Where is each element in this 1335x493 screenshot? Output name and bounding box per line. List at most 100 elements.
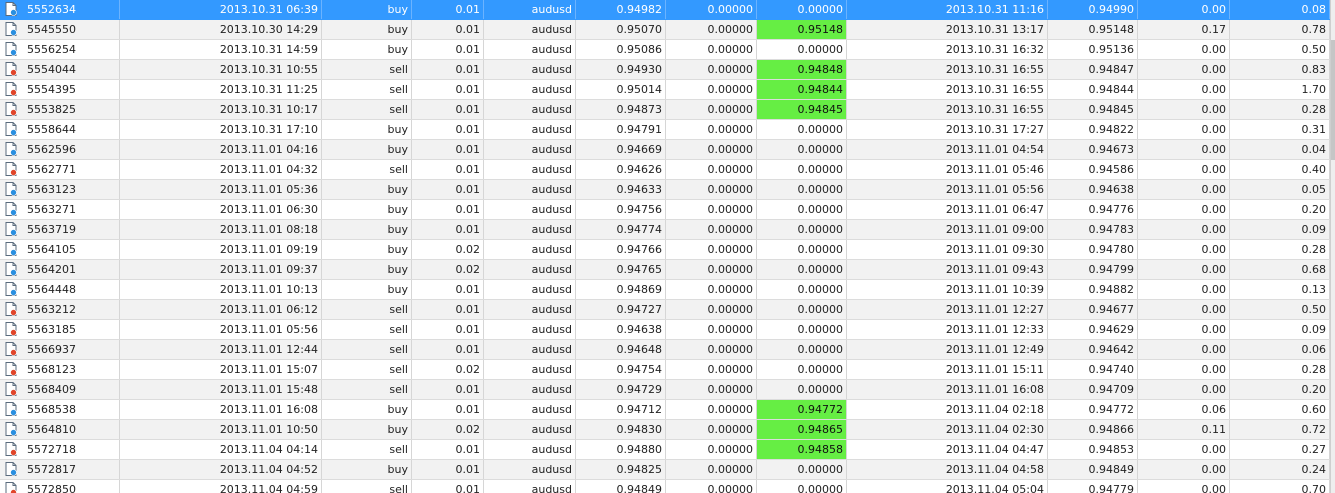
scrollbar-thumb[interactable] [1331, 40, 1335, 160]
price-cell: 0.94930 [576, 60, 666, 79]
type-cell: buy [322, 140, 412, 159]
table-row[interactable]: 5568123 2013.11.01 15:07 sell 0.02 audusd 0.9… [0, 360, 1335, 380]
ticket-cell: 5554395 [0, 80, 120, 99]
profit-cell: 0.06 [1230, 340, 1330, 359]
table-row[interactable]: 5566937 2013.11.01 12:44 sell 0.01 audusd 0.9… [0, 340, 1335, 360]
profit-cell: 0.04 [1230, 140, 1330, 159]
item-cell: audusd [484, 80, 576, 99]
type-cell: sell [322, 320, 412, 339]
table-row[interactable]: 5563123 2013.11.01 05:36 buy 0.01 audusd 0.94… [0, 180, 1335, 200]
size-cell: 0.01 [412, 160, 484, 179]
commission-cell: 0.00 [1138, 360, 1230, 379]
table-row[interactable]: 5562596 2013.11.01 04:16 buy 0.01 audusd 0.94… [0, 140, 1335, 160]
table-row[interactable]: 5563271 2013.11.01 06:30 buy 0.01 audusd 0.94… [0, 200, 1335, 220]
table-row[interactable]: 5568409 2013.11.01 15:48 sell 0.01 audusd 0.9… [0, 380, 1335, 400]
commission-cell: 0.17 [1138, 20, 1230, 39]
close-time-cell: 2013.11.01 16:08 [847, 380, 1048, 399]
close-price-cell: 0.94847 [1048, 60, 1138, 79]
ticket-cell: 5564448 [0, 280, 120, 299]
close-price-cell: 0.94709 [1048, 380, 1138, 399]
type-cell: sell [322, 360, 412, 379]
table-row[interactable]: 5564448 2013.11.01 10:13 buy 0.01 audusd 0.94… [0, 280, 1335, 300]
price-cell: 0.94756 [576, 200, 666, 219]
sl-cell: 0.00000 [666, 200, 757, 219]
size-cell: 0.01 [412, 200, 484, 219]
close-price-cell: 0.94629 [1048, 320, 1138, 339]
price-cell: 0.94766 [576, 240, 666, 259]
table-row[interactable]: 5552634 2013.10.31 06:39 buy 0.01 audusd 0.94… [0, 0, 1335, 20]
profit-cell: 0.08 [1230, 0, 1330, 19]
open-time-cell: 2013.11.04 04:52 [120, 460, 322, 479]
ticket-cell: 5572850 [0, 480, 120, 493]
ticket-cell: 5568538 [0, 400, 120, 419]
tp-cell: 0.00000 [757, 240, 847, 259]
table-row[interactable]: 5554044 2013.10.31 10:55 sell 0.01 audusd 0.9… [0, 60, 1335, 80]
close-price-cell: 0.94822 [1048, 120, 1138, 139]
item-cell: audusd [484, 340, 576, 359]
type-cell: buy [322, 260, 412, 279]
price-cell: 0.94712 [576, 400, 666, 419]
sl-cell: 0.00000 [666, 280, 757, 299]
table-row[interactable]: 5564201 2013.11.01 09:37 buy 0.02 audusd 0.94… [0, 260, 1335, 280]
sl-cell: 0.00000 [666, 120, 757, 139]
table-row[interactable]: 5564810 2013.11.01 10:50 buy 0.02 audusd 0.94… [0, 420, 1335, 440]
table-row[interactable]: 5564105 2013.11.01 09:19 buy 0.02 audusd 0.94… [0, 240, 1335, 260]
table-row[interactable]: 5563212 2013.11.01 06:12 sell 0.01 audusd 0.9… [0, 300, 1335, 320]
size-cell: 0.01 [412, 40, 484, 59]
type-cell: sell [322, 80, 412, 99]
table-row[interactable]: 5572850 2013.11.04 04:59 sell 0.01 audusd 0.9… [0, 480, 1335, 493]
trade-history-table: 5552634 2013.10.31 06:39 buy 0.01 audusd 0.94… [0, 0, 1335, 493]
commission-cell: 0.00 [1138, 280, 1230, 299]
size-cell: 0.01 [412, 400, 484, 419]
commission-cell: 0.00 [1138, 0, 1230, 19]
size-cell: 0.01 [412, 460, 484, 479]
commission-cell: 0.00 [1138, 200, 1230, 219]
table-row[interactable]: 5568538 2013.11.01 16:08 buy 0.01 audusd 0.94… [0, 400, 1335, 420]
table-row[interactable]: 5572718 2013.11.04 04:14 sell 0.01 audusd 0.9… [0, 440, 1335, 460]
commission-cell: 0.00 [1138, 240, 1230, 259]
item-cell: audusd [484, 320, 576, 339]
price-cell: 0.94830 [576, 420, 666, 439]
commission-cell: 0.00 [1138, 60, 1230, 79]
table-row[interactable]: 5563719 2013.11.01 08:18 buy 0.01 audusd 0.94… [0, 220, 1335, 240]
sl-cell: 0.00000 [666, 320, 757, 339]
close-price-cell: 0.94990 [1048, 0, 1138, 19]
item-cell: audusd [484, 240, 576, 259]
tp-cell: 0.00000 [757, 360, 847, 379]
table-row[interactable]: 5558644 2013.10.31 17:10 buy 0.01 audusd 0.94… [0, 120, 1335, 140]
profit-cell: 0.72 [1230, 420, 1330, 439]
ticket-cell: 5564810 [0, 420, 120, 439]
type-cell: sell [322, 300, 412, 319]
table-row[interactable]: 5556254 2013.10.31 14:59 buy 0.01 audusd 0.95… [0, 40, 1335, 60]
tp-cell: 0.00000 [757, 140, 847, 159]
item-cell: audusd [484, 360, 576, 379]
profit-cell: 0.83 [1230, 60, 1330, 79]
table-row[interactable]: 5563185 2013.11.01 05:56 sell 0.01 audusd 0.9… [0, 320, 1335, 340]
size-cell: 0.01 [412, 80, 484, 99]
price-cell: 0.94873 [576, 100, 666, 119]
type-cell: buy [322, 420, 412, 439]
commission-cell: 0.00 [1138, 220, 1230, 239]
price-cell: 0.94727 [576, 300, 666, 319]
commission-cell: 0.00 [1138, 300, 1230, 319]
table-row[interactable]: 5553825 2013.10.31 10:17 sell 0.01 audusd 0.9… [0, 100, 1335, 120]
close-price-cell: 0.94642 [1048, 340, 1138, 359]
ticket-cell: 5566937 [0, 340, 120, 359]
vertical-scrollbar[interactable] [1330, 0, 1335, 493]
size-cell: 0.01 [412, 120, 484, 139]
sl-cell: 0.00000 [666, 440, 757, 459]
close-price-cell: 0.94776 [1048, 200, 1138, 219]
type-cell: buy [322, 240, 412, 259]
close-time-cell: 2013.11.01 15:11 [847, 360, 1048, 379]
table-row[interactable]: 5572817 2013.11.04 04:52 buy 0.01 audusd 0.94… [0, 460, 1335, 480]
size-cell: 0.02 [412, 240, 484, 259]
size-cell: 0.01 [412, 280, 484, 299]
table-row[interactable]: 5554395 2013.10.31 11:25 sell 0.01 audusd 0.9… [0, 80, 1335, 100]
profit-cell: 0.68 [1230, 260, 1330, 279]
table-row[interactable]: 5545550 2013.10.30 14:29 buy 0.01 audusd 0.95… [0, 20, 1335, 40]
sl-cell: 0.00000 [666, 0, 757, 19]
type-cell: sell [322, 380, 412, 399]
table-row[interactable]: 5562771 2013.11.01 04:32 sell 0.01 audusd 0.9… [0, 160, 1335, 180]
open-time-cell: 2013.11.04 04:59 [120, 480, 322, 493]
commission-cell: 0.00 [1138, 80, 1230, 99]
